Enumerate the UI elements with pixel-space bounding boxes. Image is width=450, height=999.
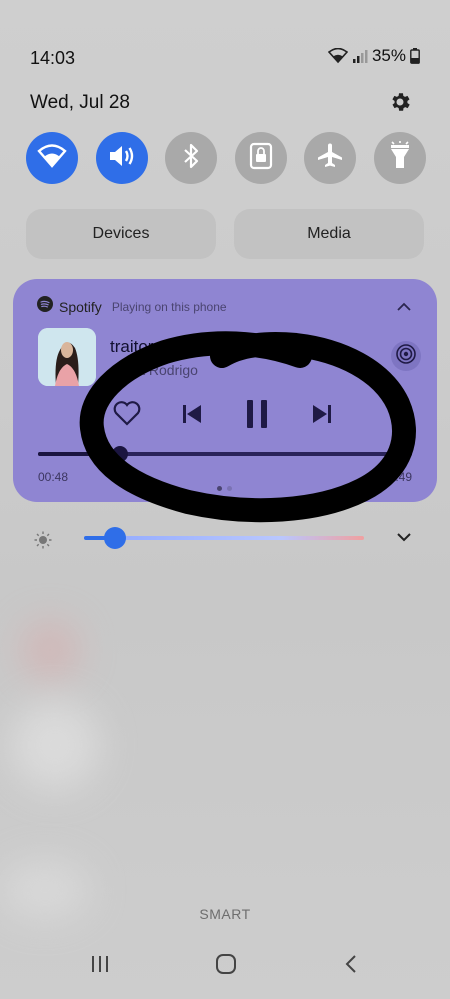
recent-apps-icon[interactable] (90, 954, 110, 979)
date-label: Wed, Jul 28 (30, 92, 130, 113)
media-button[interactable]: Media (234, 209, 424, 259)
heart-icon[interactable] (113, 400, 141, 431)
page-dot (227, 486, 232, 491)
pause-icon[interactable] (245, 399, 269, 434)
airplane-mode-toggle[interactable] (304, 132, 357, 184)
carrier-label: SMART (199, 906, 251, 922)
media-player-card: Spotify Playing on this phone traitor Ol… (13, 279, 437, 502)
brightness-thumb[interactable] (103, 527, 126, 549)
brightness-icon (34, 531, 52, 554)
brightness-slider[interactable] (84, 527, 364, 549)
sound-toggle[interactable] (95, 132, 148, 184)
speaker-icon (107, 143, 137, 174)
playback-controls (13, 394, 437, 434)
elapsed-time: 00:48 (38, 470, 69, 484)
battery-icon (410, 48, 420, 64)
page-dot-active (217, 486, 222, 491)
spotify-icon (37, 296, 53, 317)
media-output-label: Playing on this phone (111, 299, 227, 314)
album-art (38, 328, 96, 386)
track-artist: Olivia Rodrigo (110, 362, 198, 378)
wifi-status-icon (327, 48, 348, 64)
status-bar: 14:03 35% (30, 44, 420, 72)
rotation-lock-toggle[interactable] (234, 132, 287, 184)
navigation-bar (0, 952, 450, 982)
speaker-output-icon (395, 343, 417, 370)
signal-icon (352, 49, 368, 63)
airplane-icon (316, 142, 344, 175)
playback-progress-bar[interactable] (38, 446, 412, 462)
next-track-icon[interactable] (311, 403, 333, 430)
settings-gear-icon[interactable] (388, 90, 412, 114)
bluetooth-toggle[interactable] (165, 132, 218, 184)
track-title: traitor (110, 337, 154, 356)
quick-settings-row (26, 132, 426, 184)
wifi-toggle[interactable] (26, 132, 78, 184)
track-duration: 3:49 (388, 470, 412, 484)
lock-icon (248, 142, 274, 175)
flashlight-icon (388, 140, 412, 176)
media-header: Spotify Playing on this phone (37, 296, 227, 317)
back-icon[interactable] (344, 954, 358, 979)
chevron-up-icon[interactable] (397, 299, 411, 317)
status-icons: 35% (327, 46, 420, 66)
page-indicator (217, 486, 232, 491)
wifi-icon (37, 143, 67, 173)
previous-track-icon[interactable] (181, 403, 203, 430)
cast-output-button[interactable] (391, 341, 421, 371)
devices-button[interactable]: Devices (26, 209, 216, 259)
progress-thumb[interactable] (112, 446, 129, 462)
progress-fill (38, 452, 121, 456)
clock: 14:03 (30, 48, 76, 68)
flashlight-toggle[interactable] (373, 132, 426, 184)
bluetooth-icon (181, 142, 201, 175)
media-app-name: Spotify (59, 298, 102, 315)
chevron-down-icon[interactable] (396, 530, 412, 548)
home-icon[interactable] (215, 954, 237, 979)
battery-percent: 35% (371, 46, 406, 65)
